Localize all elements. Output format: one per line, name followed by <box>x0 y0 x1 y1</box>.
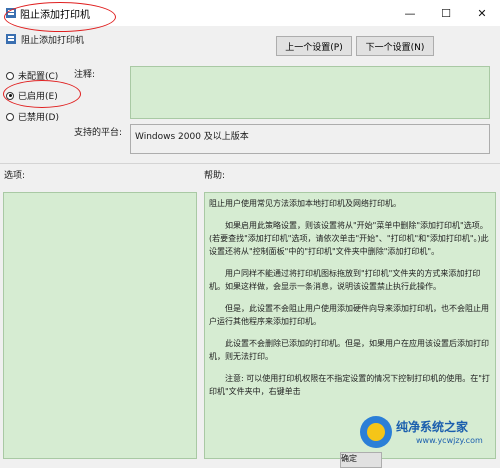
watermark: 纯净系统之家 www.ycwjzy.com <box>360 410 500 459</box>
policy-name: 阻止添加打印机 <box>21 36 85 46</box>
watermark-url: www.ycwjzy.com <box>416 436 483 445</box>
options-label: 选项: <box>4 171 26 181</box>
radio-button[interactable] <box>6 112 14 121</box>
minimize-button[interactable]: — <box>392 0 428 26</box>
help-paragraph: 阻止用户使用常见方法添加本地打印机及网络打印机。 <box>209 199 401 208</box>
comment-label: 注释: <box>74 70 96 80</box>
watermark-name: 纯净系统之家 <box>396 420 469 434</box>
comment-textarea[interactable] <box>130 66 490 119</box>
next-setting-button[interactable]: 下一个设置(N) <box>356 36 434 56</box>
policy-icon <box>6 34 16 44</box>
help-label: 帮助: <box>204 171 226 181</box>
enabled-highlight-annotation <box>3 80 81 108</box>
help-paragraph: 但是，此设置不会阻止用户使用添加硬件向导来添加打印机，也不会阻止用户运行其他程序… <box>209 304 489 326</box>
title-highlight-annotation <box>4 2 116 32</box>
help-paragraph: 注意: 可以使用打印机权限在不指定设置的情况下控制打印机的使用。在"打印机"文件… <box>209 374 490 396</box>
help-paragraph: 此设置不会删除已添加的打印机。但是，如果用户在应用该设置后添加打印机，则无法打印… <box>209 339 489 361</box>
watermark-logo-icon <box>360 416 392 448</box>
divider <box>0 163 500 164</box>
help-paragraph: 用户同样不能通过将打印机图标拖放到"打印机"文件夹的方式来添加打印机。如果这样做… <box>209 269 481 291</box>
radio-label: 已禁用(D) <box>18 113 59 123</box>
maximize-button[interactable]: ☐ <box>428 0 464 26</box>
radio-button[interactable] <box>6 71 14 80</box>
radio-disabled[interactable]: 已禁用(D) <box>6 110 59 123</box>
help-paragraph: 如果启用此策略设置，则该设置将从"开始"菜单中删除"添加打印机"选项。(若要查找… <box>209 221 489 256</box>
prev-setting-button[interactable]: 上一个设置(P) <box>276 36 352 56</box>
platform-field: Windows 2000 及以上版本 <box>130 124 490 154</box>
platform-label: 支持的平台: <box>74 128 123 138</box>
options-panel <box>3 192 197 459</box>
close-button[interactable]: ✕ <box>464 0 500 26</box>
